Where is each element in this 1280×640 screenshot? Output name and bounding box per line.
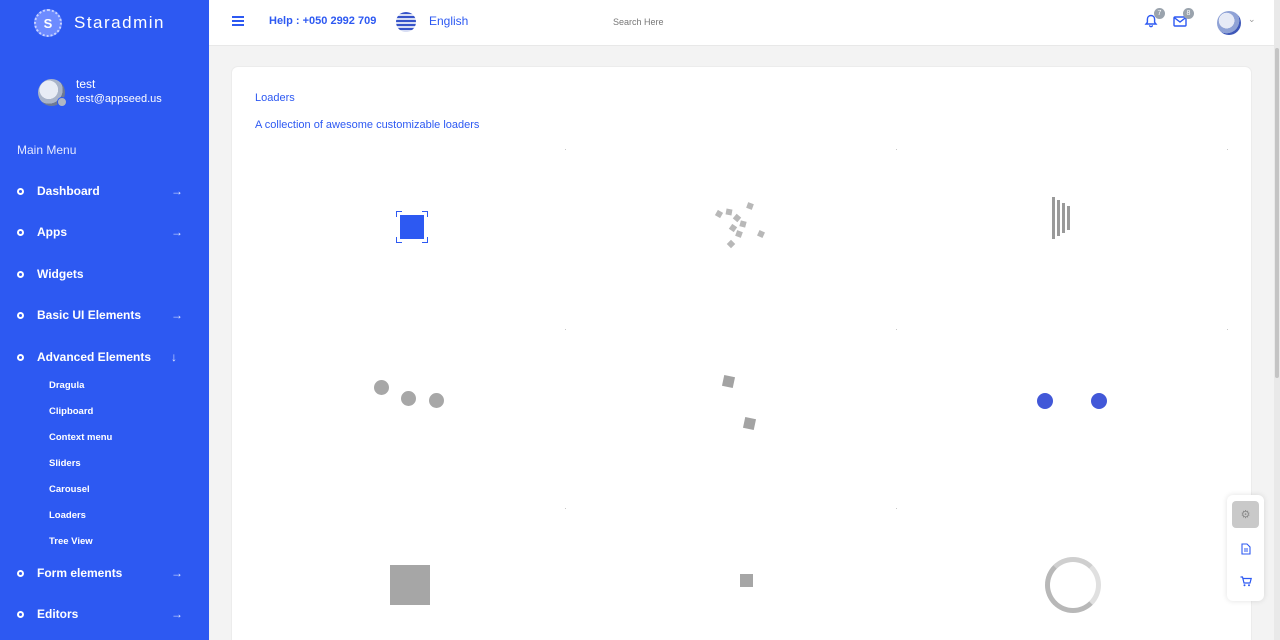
sidebar-item-editors[interactable]: Editors → xyxy=(0,604,209,624)
square-corners-loader xyxy=(396,211,428,243)
sidebar-item-label: Basic UI Elements xyxy=(37,308,142,322)
brand-name: Staradmin xyxy=(74,13,165,32)
messages-badge: 8 xyxy=(1183,8,1194,19)
notifications-badge: 7 xyxy=(1154,8,1165,19)
arrow-right-icon: → xyxy=(171,225,183,239)
rotating-square xyxy=(721,374,736,389)
sidebar-item-basic-ui-elements[interactable]: Basic UI Elements → xyxy=(0,305,209,325)
help-phone[interactable]: Help : +050 2992 709 xyxy=(269,15,376,27)
circle-icon xyxy=(17,187,24,195)
circle-icon xyxy=(17,311,24,319)
ring-loader xyxy=(1045,557,1101,613)
profile-name: test xyxy=(76,77,96,91)
circle-icon xyxy=(17,228,24,236)
sidebar-item-form-elements[interactable]: Form elements → xyxy=(0,563,209,583)
profile-email: test@appseed.us xyxy=(76,93,162,105)
brand[interactable]: S Staradmin xyxy=(34,9,165,37)
arrow-down-icon: ↓ xyxy=(171,350,177,364)
rotating-square xyxy=(742,416,757,431)
sidebar: S Staradmin test test@appseed.us Main Me… xyxy=(0,0,209,640)
sidebar-item-advanced-elements[interactable]: Advanced Elements ↓ xyxy=(0,347,209,367)
small-square-loader xyxy=(740,574,753,587)
flag-icon[interactable] xyxy=(396,12,416,32)
search-input[interactable] xyxy=(613,13,793,31)
blue-dot xyxy=(1091,393,1107,409)
sidebar-subitem-sliders[interactable]: Sliders xyxy=(49,457,81,471)
sidebar-item-widgets[interactable]: Widgets xyxy=(0,264,209,284)
arrow-right-icon: → xyxy=(171,566,183,580)
sidebar-item-apps[interactable]: Apps → xyxy=(0,222,209,242)
sidebar-subitem-dragula[interactable]: Dragula xyxy=(49,379,84,393)
pulse-square-loader xyxy=(390,565,430,605)
bouncing-dot xyxy=(401,391,416,406)
sidebar-item-label: Editors xyxy=(37,607,79,621)
document-icon[interactable] xyxy=(1232,535,1259,562)
topbar: Help : +050 2992 709 English 7 8 ⌄ xyxy=(209,0,1280,46)
loaders-card: Loaders A collection of awesome customiz… xyxy=(232,67,1251,640)
cart-icon[interactable] xyxy=(1232,568,1259,595)
sidebar-subitem-loaders[interactable]: Loaders xyxy=(49,509,86,523)
circle-icon xyxy=(17,270,24,278)
sidebar-subitem-carousel[interactable]: Carousel xyxy=(49,483,90,497)
sidebar-item-dashboard[interactable]: Dashboard → xyxy=(0,181,209,201)
arrow-right-icon: → xyxy=(171,308,183,322)
bouncing-dot xyxy=(429,393,444,408)
scattered-squares-loader xyxy=(714,202,766,249)
chevron-down-icon[interactable]: ⌄ xyxy=(1248,14,1256,25)
sidebar-subitem-tree-view[interactable]: Tree View xyxy=(49,535,93,549)
avatar[interactable] xyxy=(1217,11,1241,35)
sidebar-item-label: Form elements xyxy=(37,566,123,580)
arrow-right-icon: → xyxy=(171,607,183,621)
sidebar-subitem-context-menu[interactable]: Context menu xyxy=(49,431,112,445)
quick-action-panel: ⚙ xyxy=(1227,495,1264,601)
circle-icon xyxy=(17,569,24,577)
sidebar-profile[interactable]: test test@appseed.us xyxy=(38,77,162,107)
notifications-button[interactable]: 7 xyxy=(1144,8,1165,28)
messages-button[interactable]: 8 xyxy=(1173,8,1194,28)
page-title: Loaders xyxy=(255,92,295,104)
page-description: A collection of awesome customizable loa… xyxy=(255,119,480,131)
sidebar-subitem-clipboard[interactable]: Clipboard xyxy=(49,405,93,419)
arrow-right-icon: → xyxy=(171,184,183,198)
avatar xyxy=(38,79,67,107)
blue-dot xyxy=(1037,393,1053,409)
gear-icon[interactable]: ⚙ xyxy=(1232,501,1259,528)
menu-heading: Main Menu xyxy=(17,143,77,157)
bouncing-dot xyxy=(374,380,389,395)
language-selector[interactable]: English xyxy=(429,14,468,28)
circle-icon xyxy=(17,610,24,618)
sidebar-item-label: Apps xyxy=(37,225,67,239)
menu-icon[interactable] xyxy=(232,16,244,26)
sidebar-item-label: Advanced Elements xyxy=(37,350,152,364)
bars-loader xyxy=(1052,197,1072,239)
scrollbar[interactable] xyxy=(1274,0,1280,640)
brand-logo: S xyxy=(34,9,62,37)
sidebar-item-label: Dashboard xyxy=(37,184,100,198)
circle-icon xyxy=(17,353,24,361)
sidebar-item-label: Widgets xyxy=(37,267,84,281)
